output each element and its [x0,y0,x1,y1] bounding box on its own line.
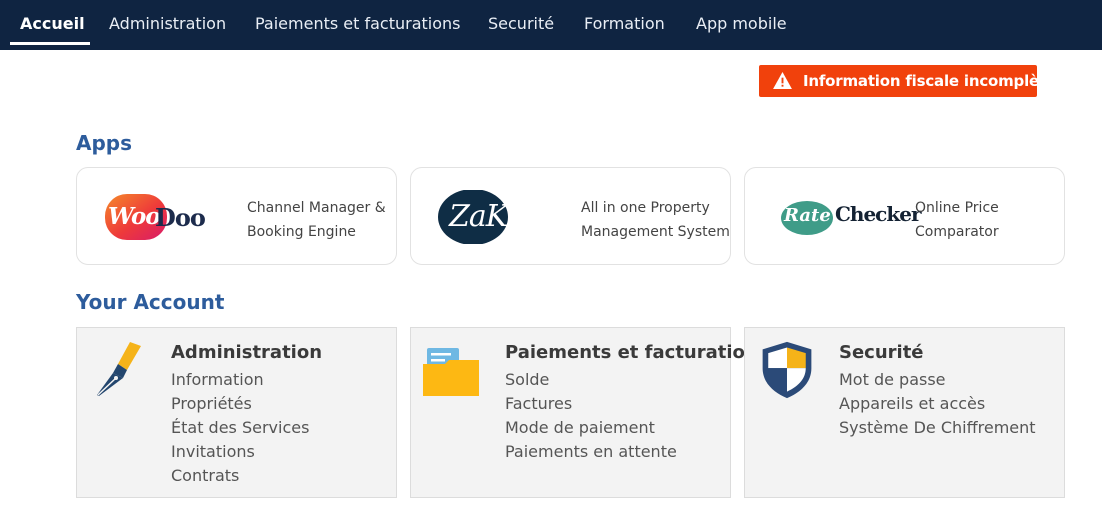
zak-logo: ZaK [431,190,571,244]
nav-tab-app-mobile[interactable]: App mobile [696,0,787,50]
warning-icon [773,72,792,89]
account-section-title: Your Account [76,290,225,314]
ratechecker-logo-checker: Checker [835,202,921,226]
app-desc-line: All in one Property [581,200,710,216]
alert-text: Information fiscale incomplète [803,72,1056,90]
woodoo-logo-doo: Doo [155,203,206,232]
app-description: Channel Manager & Booking Engine [247,196,386,244]
app-desc-line: Booking Engine [247,224,356,240]
link-systeme-chiffrement[interactable]: Système De Chiffrement [839,416,1036,440]
app-card-ratechecker[interactable]: Rate Checker Online Price Comparator [744,167,1065,265]
account-card-securite: Securité Mot de passe Appareils et accès… [744,327,1065,498]
account-card-links: Mot de passe Appareils et accès Système … [839,368,1036,440]
link-proprietes[interactable]: Propriétés [171,392,309,416]
apps-section-title: Apps [76,131,133,155]
active-tab-indicator [10,42,90,45]
link-solde[interactable]: Solde [505,368,677,392]
link-mode-paiement[interactable]: Mode de paiement [505,416,677,440]
link-appareils-acces[interactable]: Appareils et accès [839,392,1036,416]
app-desc-line: Management System [581,224,730,240]
app-desc-line: Online Price [915,200,999,216]
folder-icon [423,348,479,396]
top-nav: Accueil Administration Paiements et fact… [0,0,1102,50]
account-card-paiements: Paiements et facturations Solde Factures… [410,327,768,498]
account-card-title: Paiements et facturations [505,342,769,363]
zak-logo-text: ZaK [449,199,508,234]
account-card-links: Information Propriétés État des Services… [171,368,309,488]
nav-tab-paiements[interactable]: Paiements et facturations [255,0,461,50]
account-card-administration: Administration Information Propriétés Ét… [76,327,397,498]
nav-tab-formation[interactable]: Formation [584,0,665,50]
ratechecker-logo: Rate Checker [765,190,921,244]
link-paiements-attente[interactable]: Paiements en attente [505,440,677,464]
link-invitations[interactable]: Invitations [171,440,309,464]
shield-icon [762,341,812,399]
link-factures[interactable]: Factures [505,392,677,416]
nav-tab-administration[interactable]: Administration [109,0,226,50]
fiscal-info-alert[interactable]: Information fiscale incomplète [759,65,1056,97]
account-card-links: Solde Factures Mode de paiement Paiement… [505,368,677,464]
link-etat-services[interactable]: État des Services [171,416,309,440]
link-mot-de-passe[interactable]: Mot de passe [839,368,1036,392]
app-description: Online Price Comparator [915,196,999,244]
app-desc-line: Channel Manager & [247,200,386,216]
woodoo-logo: Woo Doo [97,190,237,244]
link-information[interactable]: Information [171,368,309,392]
woodoo-logo-woo: Woo [108,203,161,230]
app-desc-line: Comparator [915,224,999,240]
app-card-zak[interactable]: ZaK All in one Property Management Syste… [410,167,731,265]
ratechecker-logo-rate: Rate [784,205,831,226]
account-card-title: Securité [839,342,924,363]
fountain-pen-icon [97,342,141,396]
app-description: All in one Property Management System [581,196,730,244]
account-card-title: Administration [171,342,323,363]
link-contrats[interactable]: Contrats [171,464,309,488]
nav-tab-securite[interactable]: Securité [488,0,554,50]
app-card-woodoo[interactable]: Woo Doo Channel Manager & Booking Engine [76,167,397,265]
